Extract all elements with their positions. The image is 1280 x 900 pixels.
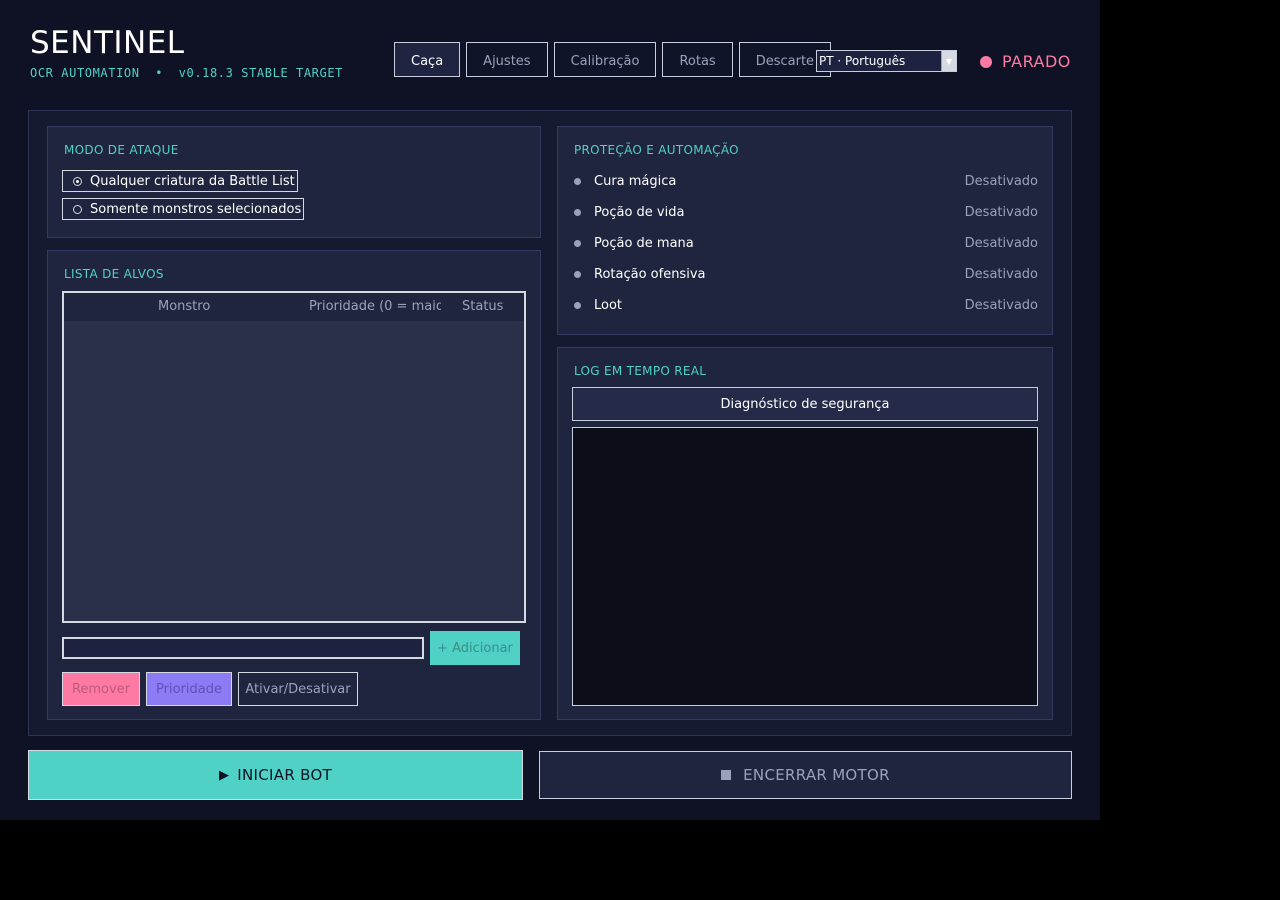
radio-any-creature-label: Qualquer criatura da Battle List xyxy=(90,173,295,189)
status-dot-icon xyxy=(980,55,992,68)
priority-button[interactable]: Prioridade xyxy=(146,672,232,706)
language-select[interactable]: PT · Português ▼ xyxy=(816,50,957,72)
column-header-prioridade[interactable]: Prioridade (0 = maior xyxy=(309,299,441,314)
protection-item-name: Poção de mana xyxy=(594,236,694,251)
target-list-title: LISTA DE ALVOS xyxy=(64,267,164,281)
bullet-icon xyxy=(574,302,581,309)
protection-card: PROTEÇÃO E AUTOMAÇÃO Cura mágica Desativ… xyxy=(557,126,1053,335)
protection-item-state: Desativado xyxy=(964,236,1038,251)
add-target-button[interactable]: + Adicionar xyxy=(430,631,520,665)
tab-calibracao[interactable]: Calibração xyxy=(553,42,657,77)
status-label: PARADO xyxy=(1002,52,1071,71)
target-table[interactable]: Monstro Prioridade (0 = maior Status xyxy=(62,291,526,623)
attack-mode-card: MODO DE ATAQUE Qualquer criatura da Batt… xyxy=(47,126,541,238)
toggle-target-button[interactable]: Ativar/Desativar xyxy=(238,672,358,706)
log-output[interactable] xyxy=(572,427,1038,706)
target-list-card: LISTA DE ALVOS Monstro Prioridade (0 = m… xyxy=(47,250,541,720)
bullet-icon xyxy=(574,178,581,185)
monster-name-input[interactable] xyxy=(62,637,424,659)
play-icon: ▶ xyxy=(218,767,230,783)
protection-item-name: Loot xyxy=(594,298,623,313)
protection-item-state: Desativado xyxy=(964,267,1038,282)
protection-item-name: Poção de vida xyxy=(594,205,685,220)
protection-item-pocao-mana[interactable]: Poção de mana Desativado xyxy=(574,236,1038,251)
start-bot-label: INICIAR BOT xyxy=(237,766,333,784)
protection-item-name: Cura mágica xyxy=(594,174,677,189)
start-bot-button[interactable]: ▶ INICIAR BOT xyxy=(28,750,523,800)
protection-title: PROTEÇÃO E AUTOMAÇÃO xyxy=(574,143,739,157)
column-header-monstro[interactable]: Monstro xyxy=(158,299,210,314)
protection-item-rotacao-ofensiva[interactable]: Rotação ofensiva Desativado xyxy=(574,267,1038,282)
protection-item-loot[interactable]: Loot Desativado xyxy=(574,298,1038,313)
attack-mode-title: MODO DE ATAQUE xyxy=(64,143,179,157)
stop-engine-label: ENCERRAR MOTOR xyxy=(743,766,890,784)
tab-ajustes[interactable]: Ajustes xyxy=(466,42,548,77)
protection-item-state: Desativado xyxy=(964,298,1038,313)
radio-selected-monsters-label: Somente monstros selecionados xyxy=(90,201,302,217)
protection-item-cura-magica[interactable]: Cura mágica Desativado xyxy=(574,174,1038,189)
tab-rotas[interactable]: Rotas xyxy=(662,42,733,77)
protection-item-state: Desativado xyxy=(964,205,1038,220)
stop-icon xyxy=(721,770,732,780)
tab-caca[interactable]: Caça xyxy=(394,42,461,77)
radio-checked-icon xyxy=(73,176,82,186)
protection-item-state: Desativado xyxy=(964,174,1038,189)
security-diagnostic-button[interactable]: Diagnóstico de segurança xyxy=(572,387,1038,421)
bullet-icon xyxy=(574,209,581,216)
language-select-value: PT · Português xyxy=(819,54,906,68)
bullet-icon xyxy=(574,271,581,278)
log-title: LOG EM TEMPO REAL xyxy=(574,364,707,378)
radio-any-creature[interactable]: Qualquer criatura da Battle List xyxy=(62,170,298,192)
stop-engine-button[interactable]: ENCERRAR MOTOR xyxy=(539,751,1072,799)
protection-item-name: Rotação ofensiva xyxy=(594,267,706,282)
radio-unchecked-icon xyxy=(73,204,82,214)
app-subtitle: OCR AUTOMATION • v0.18.3 STABLE TARGET xyxy=(30,66,343,80)
remove-target-button[interactable]: Remover xyxy=(62,672,140,706)
column-header-status[interactable]: Status xyxy=(462,299,503,314)
log-card: LOG EM TEMPO REAL Diagnóstico de seguran… xyxy=(557,347,1053,720)
brand: SENTINEL OCR AUTOMATION • v0.18.3 STABLE… xyxy=(30,24,343,80)
protection-item-pocao-vida[interactable]: Poção de vida Desativado xyxy=(574,205,1038,220)
main-panel: MODO DE ATAQUE Qualquer criatura da Batt… xyxy=(28,110,1072,736)
bullet-icon xyxy=(574,240,581,247)
tab-bar: Caça Ajustes Calibração Rotas Descarte xyxy=(394,42,832,77)
chevron-down-icon[interactable]: ▼ xyxy=(941,51,956,71)
radio-selected-monsters[interactable]: Somente monstros selecionados xyxy=(62,198,305,220)
table-header: Monstro Prioridade (0 = maior Status xyxy=(64,293,524,321)
app-window: SENTINEL OCR AUTOMATION • v0.18.3 STABLE… xyxy=(0,0,1100,820)
app-title: SENTINEL xyxy=(30,25,185,61)
status-indicator: PARADO xyxy=(980,52,1071,71)
